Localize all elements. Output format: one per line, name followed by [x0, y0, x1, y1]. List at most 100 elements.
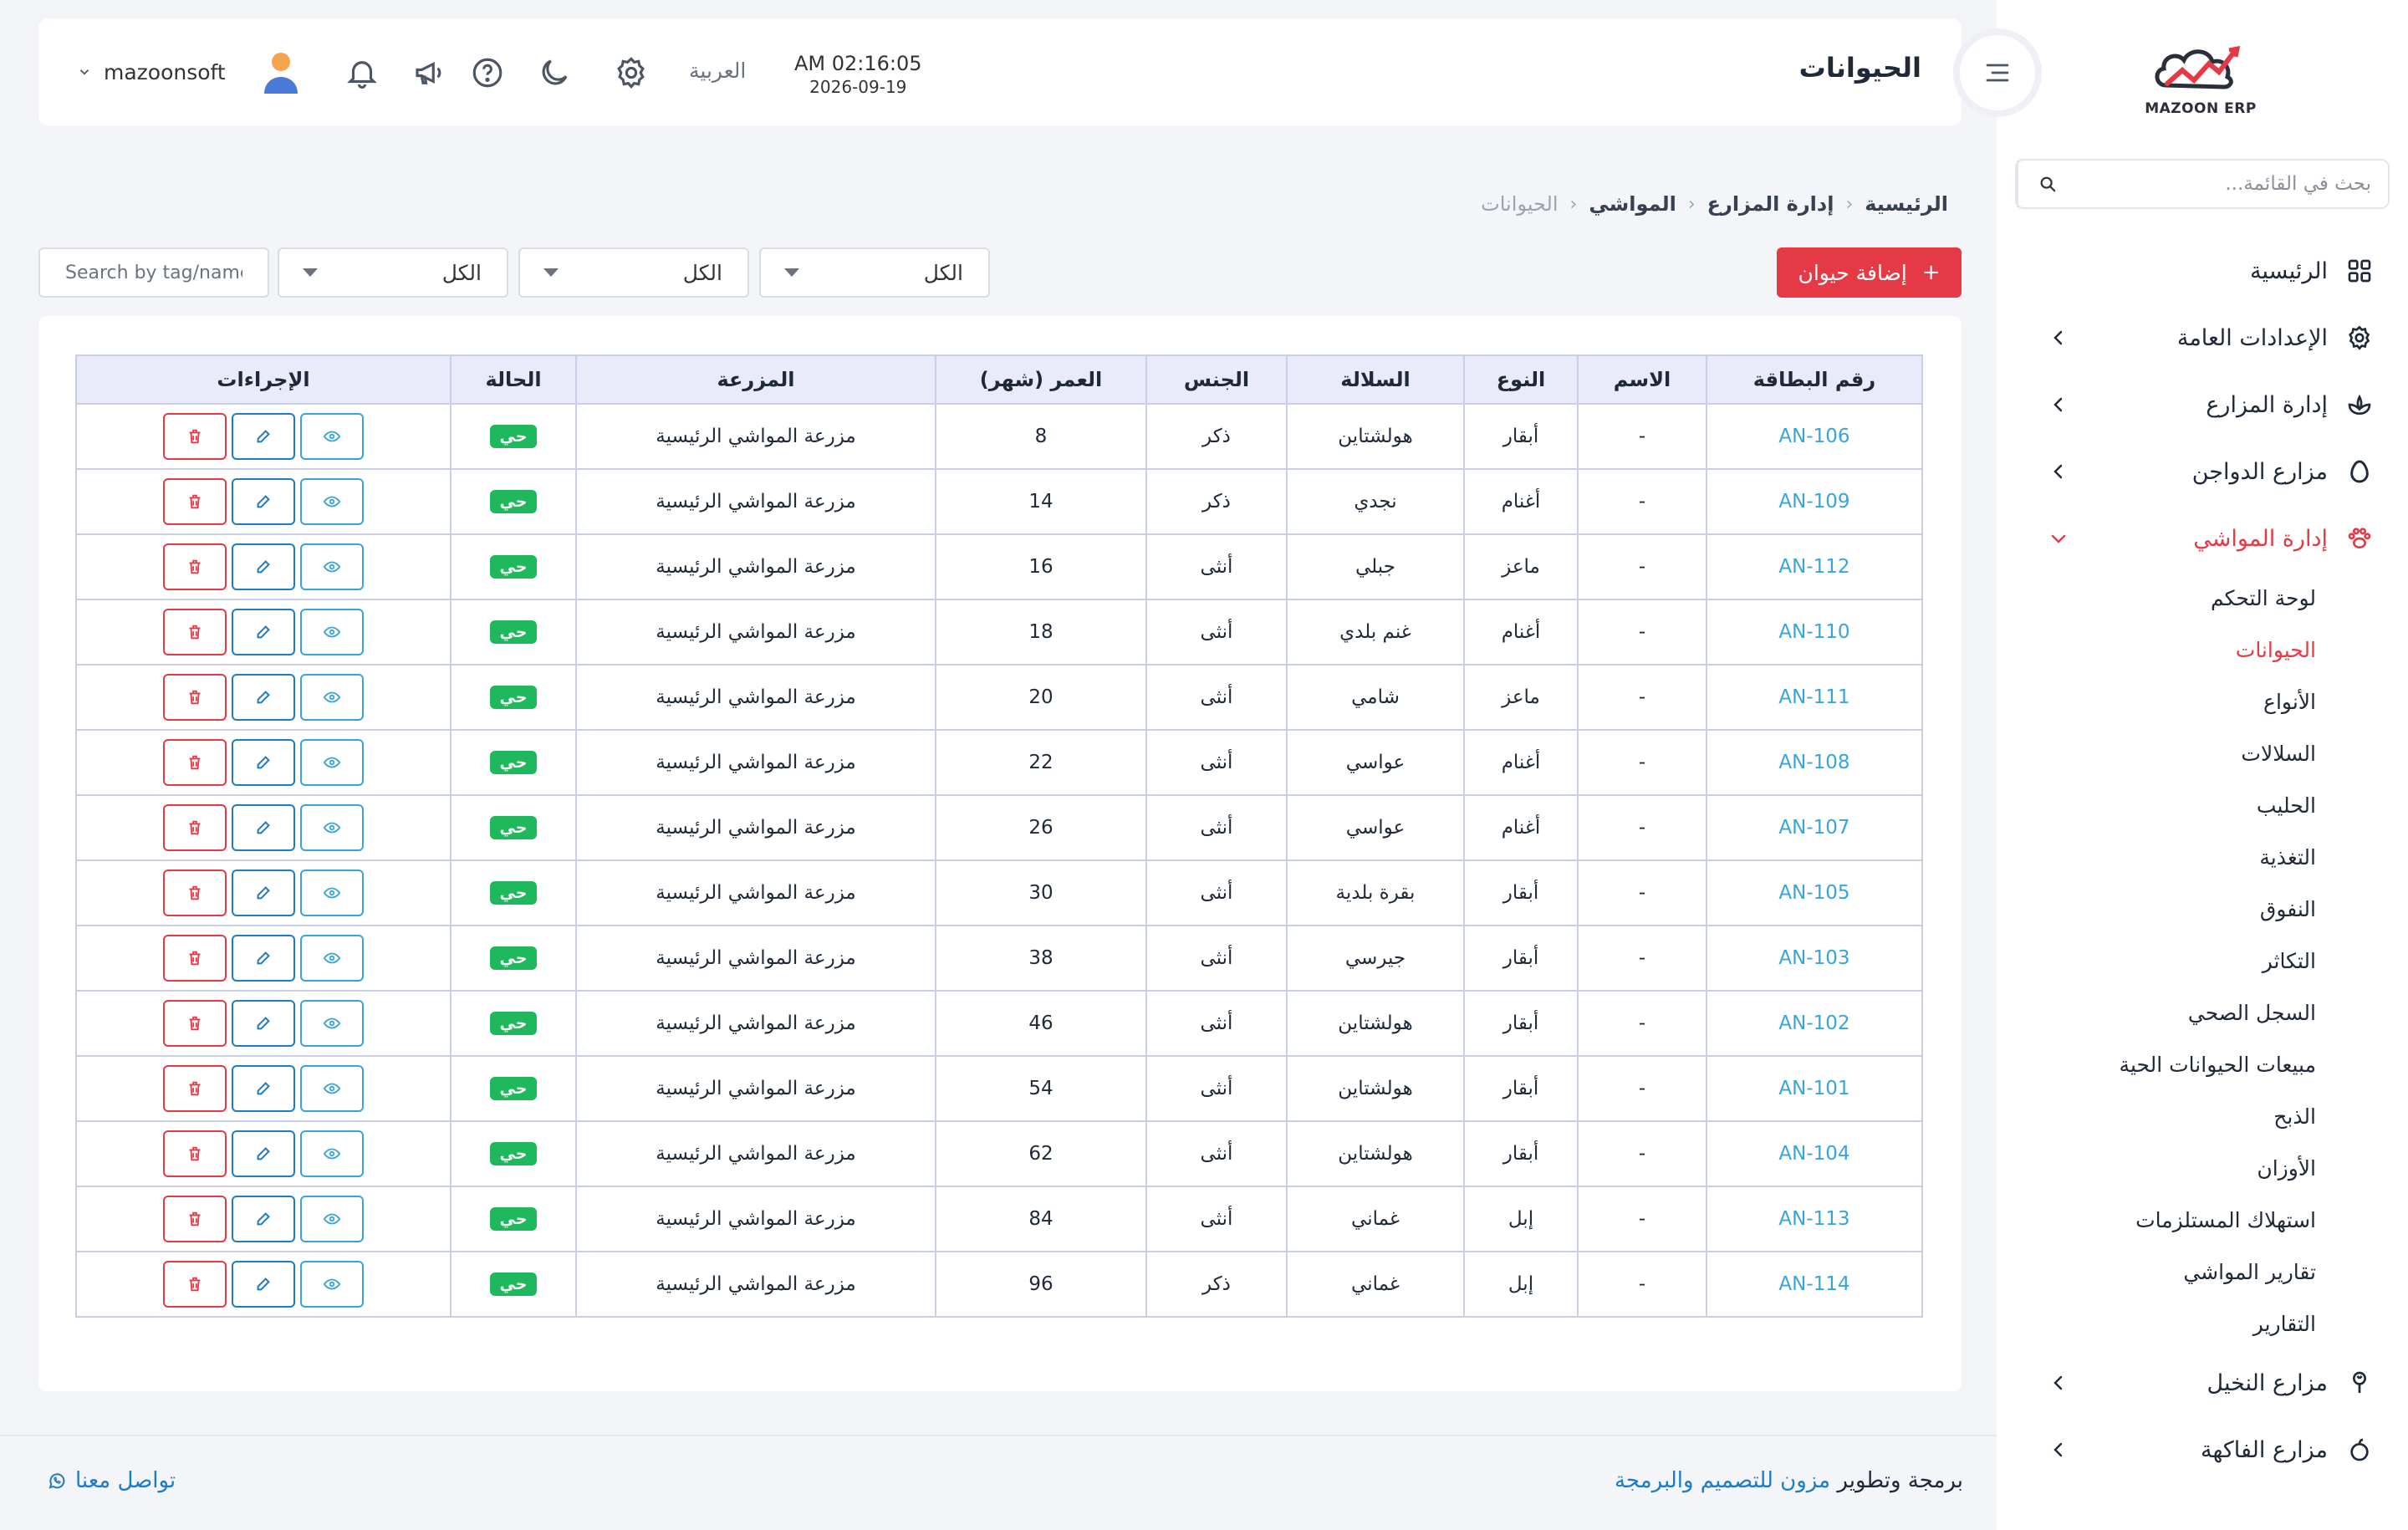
cell-tag[interactable]: AN-105: [1706, 859, 1923, 926]
delete-button[interactable]: [163, 739, 227, 786]
megaphone-icon[interactable]: [411, 55, 446, 90]
submenu-item-slaughter[interactable]: الذبح: [1997, 1090, 2408, 1142]
sidebar-item-home[interactable]: الرئيسية: [1997, 237, 2408, 304]
submenu-item-dashboard[interactable]: لوحة التحكم: [1997, 572, 2408, 624]
filter-select-type[interactable]: الكل: [759, 247, 990, 298]
tag-search-input[interactable]: [38, 247, 269, 298]
submenu-item-weights[interactable]: الأوزان: [1997, 1142, 2408, 1194]
cell-tag[interactable]: AN-111: [1706, 664, 1923, 731]
table-row[interactable]: AN-108- أغنام عواسي أنثى 22 مزرعة المواشي الر…: [75, 729, 1923, 796]
col-header-tag[interactable]: رقم البطاقة: [1706, 354, 1923, 405]
table-row[interactable]: AN-112- ماعز جبلي أنثى 16 مزرعة المواشي الرئي…: [75, 533, 1923, 600]
delete-button[interactable]: [163, 1261, 227, 1308]
user-menu[interactable]: mazoonsoft: [77, 50, 301, 94]
table-row[interactable]: AN-106- أبقار هولشتاين ذكر 8 مزرعة المواشي ال…: [75, 403, 1923, 470]
sidebar-item-poultry[interactable]: مزارع الدواجن: [1997, 438, 2408, 505]
sidebar-item-livestock[interactable]: إدارة المواشي: [1997, 505, 2408, 572]
view-button[interactable]: [300, 804, 364, 851]
col-header-breed[interactable]: السلالة: [1286, 354, 1465, 405]
submenu-item-live-sales[interactable]: مبيعات الحيوانات الحية: [1997, 1038, 2408, 1090]
bell-icon[interactable]: [344, 55, 380, 90]
view-button[interactable]: [300, 870, 364, 916]
delete-button[interactable]: [163, 674, 227, 721]
table-row[interactable]: AN-102- أبقار هولشتاين أنثى 46 مزرعة المواشي …: [75, 990, 1923, 1057]
table-row[interactable]: AN-103- أبقار جيرسي أنثى 38 مزرعة المواشي الر…: [75, 925, 1923, 992]
submenu-item-mortality[interactable]: النفوق: [1997, 883, 2408, 935]
cell-tag[interactable]: AN-101: [1706, 1055, 1923, 1122]
add-animal-button[interactable]: + إضافة حيوان: [1777, 247, 1962, 298]
submenu-item-health-record[interactable]: السجل الصحي: [1997, 987, 2408, 1038]
contact-us-link[interactable]: تواصل معنا: [47, 1468, 176, 1493]
cell-tag[interactable]: AN-104: [1706, 1120, 1923, 1187]
cell-tag[interactable]: AN-113: [1706, 1186, 1923, 1252]
view-button[interactable]: [300, 935, 364, 982]
footer-brand-link[interactable]: مزون للتصميم والبرمجة: [1615, 1468, 1830, 1493]
edit-button[interactable]: [232, 609, 295, 655]
view-button[interactable]: [300, 739, 364, 786]
breadcrumb-livestock[interactable]: المواشي: [1589, 192, 1676, 216]
table-row[interactable]: AN-107- أغنام عواسي أنثى 26 مزرعة المواشي الر…: [75, 794, 1923, 861]
view-button[interactable]: [300, 478, 364, 525]
submenu-item-animals[interactable]: الحيوانات: [1997, 624, 2408, 676]
sidebar-item-general-settings[interactable]: الإعدادات العامة: [1997, 304, 2408, 371]
submenu-item-supplies[interactable]: استهلاك المستلزمات: [1997, 1194, 2408, 1246]
delete-button[interactable]: [163, 1065, 227, 1112]
moon-icon[interactable]: [537, 55, 572, 90]
submenu-item-milk[interactable]: الحليب: [1997, 779, 2408, 831]
delete-button[interactable]: [163, 543, 227, 590]
view-button[interactable]: [300, 674, 364, 721]
cell-tag[interactable]: AN-106: [1706, 403, 1923, 470]
help-icon[interactable]: [470, 55, 505, 90]
sidebar-toggle-button[interactable]: [1960, 35, 2035, 110]
submenu-item-livestock-reports[interactable]: تقارير المواشي: [1997, 1246, 2408, 1298]
view-button[interactable]: [300, 609, 364, 655]
delete-button[interactable]: [163, 804, 227, 851]
filter-select-status[interactable]: الكل: [278, 247, 508, 298]
filter-select-farm[interactable]: الكل: [518, 247, 749, 298]
submenu-item-breeds[interactable]: السلالات: [1997, 727, 2408, 779]
delete-button[interactable]: [163, 609, 227, 655]
edit-button[interactable]: [232, 935, 295, 982]
edit-button[interactable]: [232, 1196, 295, 1242]
breadcrumb-home[interactable]: الرئيسية: [1865, 192, 1948, 216]
view-button[interactable]: [300, 413, 364, 460]
edit-button[interactable]: [232, 870, 295, 916]
sidebar-item-fruit-farms[interactable]: مزارع الفاكهة: [1997, 1416, 2408, 1483]
table-row[interactable]: AN-109- أغنام نجدي ذكر 14 مزرعة المواشي الرئي…: [75, 468, 1923, 535]
edit-button[interactable]: [232, 1000, 295, 1047]
col-header-age[interactable]: العمر (شهر): [935, 354, 1147, 405]
delete-button[interactable]: [163, 413, 227, 460]
breadcrumb-farms[interactable]: إدارة المزارع: [1707, 192, 1834, 216]
edit-button[interactable]: [232, 804, 295, 851]
view-button[interactable]: [300, 1130, 364, 1177]
logo[interactable]: MAZOON ERP: [2142, 33, 2259, 117]
view-button[interactable]: [300, 1196, 364, 1242]
submenu-item-types[interactable]: الأنواع: [1997, 676, 2408, 727]
sidebar-item-palm-farms[interactable]: مزارع النخيل: [1997, 1349, 2408, 1416]
submenu-item-breeding[interactable]: التكاثر: [1997, 935, 2408, 987]
settings-icon[interactable]: [614, 55, 649, 90]
delete-button[interactable]: [163, 1196, 227, 1242]
delete-button[interactable]: [163, 870, 227, 916]
col-header-farm[interactable]: المزرعة: [575, 354, 936, 405]
col-header-status[interactable]: الحالة: [450, 354, 577, 405]
edit-button[interactable]: [232, 1130, 295, 1177]
table-row[interactable]: AN-111- ماعز شامي أنثى 20 مزرعة المواشي الرئي…: [75, 664, 1923, 731]
col-header-gender[interactable]: الجنس: [1145, 354, 1288, 405]
col-header-type[interactable]: النوع: [1463, 354, 1579, 405]
delete-button[interactable]: [163, 1130, 227, 1177]
sidebar-search-button[interactable]: [2017, 161, 2077, 207]
delete-button[interactable]: [163, 935, 227, 982]
table-row[interactable]: AN-113- إبل غماني أنثى 84 مزرعة المواشي الرئي…: [75, 1186, 1923, 1252]
delete-button[interactable]: [163, 1000, 227, 1047]
table-row[interactable]: AN-104- أبقار هولشتاين أنثى 62 مزرعة المواشي …: [75, 1120, 1923, 1187]
view-button[interactable]: [300, 1065, 364, 1112]
cell-tag[interactable]: AN-107: [1706, 794, 1923, 861]
cell-tag[interactable]: AN-103: [1706, 925, 1923, 992]
cell-tag[interactable]: AN-109: [1706, 468, 1923, 535]
edit-button[interactable]: [232, 543, 295, 590]
cell-tag[interactable]: AN-112: [1706, 533, 1923, 600]
cell-tag[interactable]: AN-108: [1706, 729, 1923, 796]
table-row[interactable]: AN-105- أبقار بقرة بلدية أنثى 30 مزرعة المواش…: [75, 859, 1923, 926]
table-row[interactable]: AN-114- إبل غماني ذكر 96 مزرعة المواشي الرئيس…: [75, 1251, 1923, 1318]
